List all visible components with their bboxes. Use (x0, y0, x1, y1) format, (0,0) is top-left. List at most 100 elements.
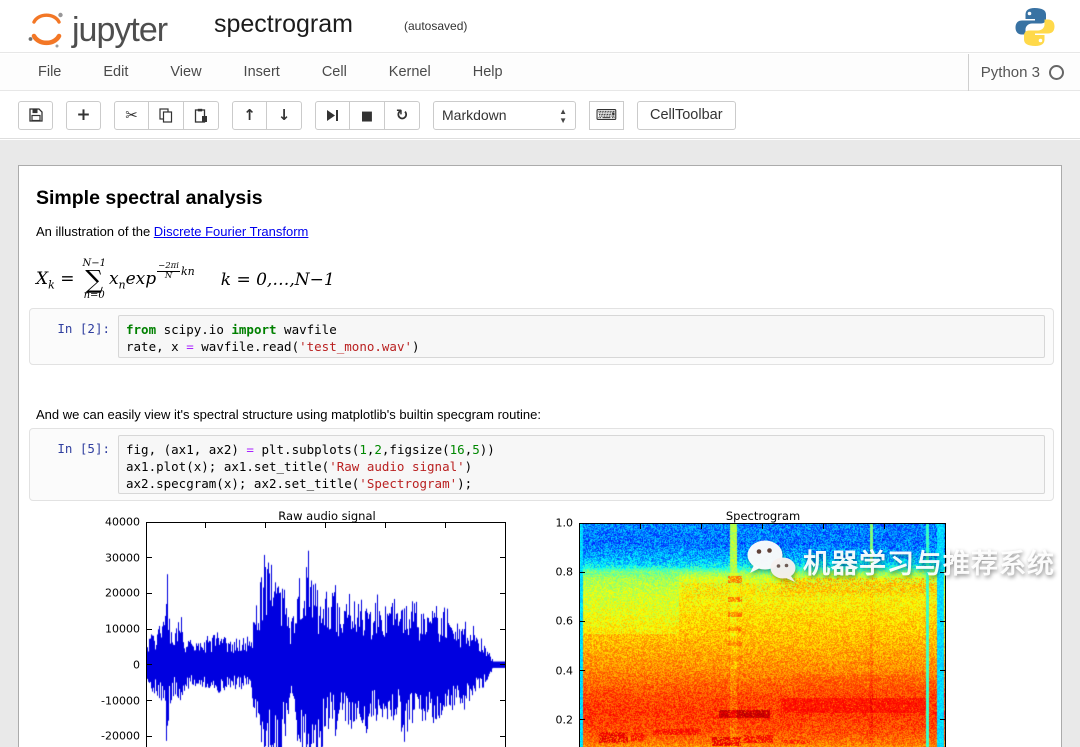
spectrogram-title: Spectrogram (725, 509, 801, 523)
formula-X: X (36, 268, 49, 289)
tick-mark (500, 700, 505, 702)
kernel-indicator-area: Python 3 (967, 54, 1064, 91)
formula-xn: x (108, 268, 119, 289)
toolbar: + ✂ ↑ ↓ ■ ↻ Markdown ▲ ▼ ⌨ CellToolbar (0, 92, 1080, 139)
plus-icon: + (76, 105, 91, 125)
wechat-icon (747, 540, 796, 582)
cell-type-selected: Markdown (442, 107, 507, 123)
formula-n-sub: n (118, 278, 126, 292)
refresh-icon: ↻ (395, 106, 409, 124)
cut-cell-button[interactable]: ✂ (114, 100, 149, 130)
tick-mark (822, 524, 824, 529)
floppy-icon (28, 108, 43, 122)
notebook-title[interactable]: spectrogram (214, 10, 353, 39)
code-cell-in2: In [2]: from scipy.io import wavfile rate… (29, 308, 1054, 365)
ytick-label: -10000 (101, 694, 140, 708)
arrow-up-icon: ↑ (243, 106, 256, 124)
menubar: File Edit View Insert Cell Kernel Help Python … (0, 54, 1080, 91)
tick-mark (940, 670, 945, 672)
toolbar-group: ■ ↻ (315, 100, 420, 130)
markdown-intro: An illustration of the Discrete Fourier … (36, 224, 308, 239)
stop-icon: ■ (360, 108, 374, 124)
code-editor[interactable]: fig, (ax1, ax2) = plt.subplots(1,2,figsi… (118, 435, 1045, 494)
tick-mark (639, 524, 641, 529)
tick-mark (205, 523, 207, 528)
tick-mark (580, 719, 585, 721)
cell-type-select[interactable]: Markdown ▲ ▼ (433, 100, 576, 130)
tick-mark (578, 524, 580, 529)
keyboard-icon: ⌨ (595, 106, 618, 124)
tick-mark (940, 620, 945, 622)
code-editor[interactable]: from scipy.io import wavfile rate, x = wa… (118, 315, 1045, 358)
watermark: 机器学习与推荐系统 (745, 538, 1055, 584)
tick-mark (147, 700, 152, 702)
menu-kernel[interactable]: Kernel (389, 56, 431, 88)
command-palette-button[interactable]: ⌨ (589, 100, 624, 130)
tick-mark (883, 524, 885, 529)
paste-cell-button[interactable] (184, 100, 219, 130)
tick-mark (761, 524, 763, 529)
menu-edit[interactable]: Edit (103, 56, 128, 88)
tick-mark (500, 628, 505, 630)
tick-mark (500, 592, 505, 594)
tick-mark (147, 735, 152, 737)
code-line: ax1.plot(x); ax1.set_title('Raw audio si… (126, 459, 473, 474)
run-icon (326, 109, 339, 122)
autosave-status: (autosaved) (404, 19, 468, 33)
move-cell-down-button[interactable]: ↓ (267, 100, 302, 130)
tick-mark (940, 719, 945, 721)
tick-mark (147, 521, 152, 523)
ytick-label: 0.8 (555, 565, 574, 579)
kernel-name: Python 3 (980, 64, 1040, 81)
copy-cell-button[interactable] (149, 100, 184, 130)
ytick-label: 1.0 (555, 516, 574, 530)
waveform-plot (146, 522, 506, 747)
kernel-idle-icon (1049, 65, 1064, 80)
dft-link[interactable]: Discrete Fourier Transform (154, 224, 309, 239)
menu-help[interactable]: Help (473, 56, 503, 88)
jupyter-logo[interactable]: jupyter (26, 8, 168, 52)
keyboard-button-wrap: ⌨ (589, 100, 637, 130)
run-cell-button[interactable] (315, 100, 350, 130)
tick-mark (580, 670, 585, 672)
frac-denominator: N (164, 270, 173, 281)
formula-exp-tail: kn (181, 264, 195, 278)
toolbar-group (18, 100, 53, 130)
interrupt-kernel-button[interactable]: ■ (350, 100, 385, 130)
save-button[interactable] (18, 100, 53, 130)
toolbar-group: ↑ ↓ (232, 100, 302, 130)
jupyter-notebook-app: jupyter spectrogram (autosaved) File Edit… (0, 0, 1080, 747)
menu-insert[interactable]: Insert (244, 56, 280, 88)
frac-numerator: −2πi (157, 260, 180, 272)
code-line: fig, (ax1, ax2) = plt.subplots(1,2,figsi… (126, 442, 495, 457)
code-line: rate, x = wavfile.read('test_mono.wav') (126, 339, 420, 354)
code-line: ax2.specgram(x); ax2.set_title('Spectrog… (126, 476, 473, 491)
formula-equals: = (60, 268, 75, 289)
tick-mark (504, 523, 506, 528)
ytick-label: 20000 (105, 586, 140, 600)
tick-mark (325, 523, 326, 528)
move-cell-up-button[interactable]: ↑ (232, 100, 267, 130)
formula-exponent-fraction: −2πi N (157, 260, 180, 281)
tick-mark (500, 557, 505, 559)
menu-cell[interactable]: Cell (322, 56, 347, 88)
toolbar-group: + (66, 100, 101, 130)
formula-exp: exp (125, 268, 157, 289)
paste-icon (194, 108, 208, 123)
menu-file[interactable]: File (38, 56, 61, 88)
sigma-icon: ∑ (85, 264, 104, 294)
menu-view[interactable]: View (170, 56, 201, 88)
waveform-title: Raw audio signal (278, 509, 376, 523)
celltoolbar-button[interactable]: CellToolbar (637, 100, 736, 130)
insert-cell-below-button[interactable]: + (66, 100, 101, 130)
input-prompt: In [5]: (57, 441, 110, 456)
ytick-label: 40000 (105, 515, 140, 529)
jupyter-wordmark: jupyter (72, 10, 168, 49)
formula-k-sub: k (48, 278, 55, 292)
ytick-label: 10000 (105, 622, 140, 636)
scissors-icon: ✂ (125, 106, 138, 124)
restart-kernel-button[interactable]: ↻ (385, 100, 420, 130)
menubar-items: File Edit View Insert Cell Kernel Help (0, 56, 503, 88)
tick-mark (580, 571, 585, 573)
formula-sum: N−1 ∑ n=0 (82, 258, 106, 302)
